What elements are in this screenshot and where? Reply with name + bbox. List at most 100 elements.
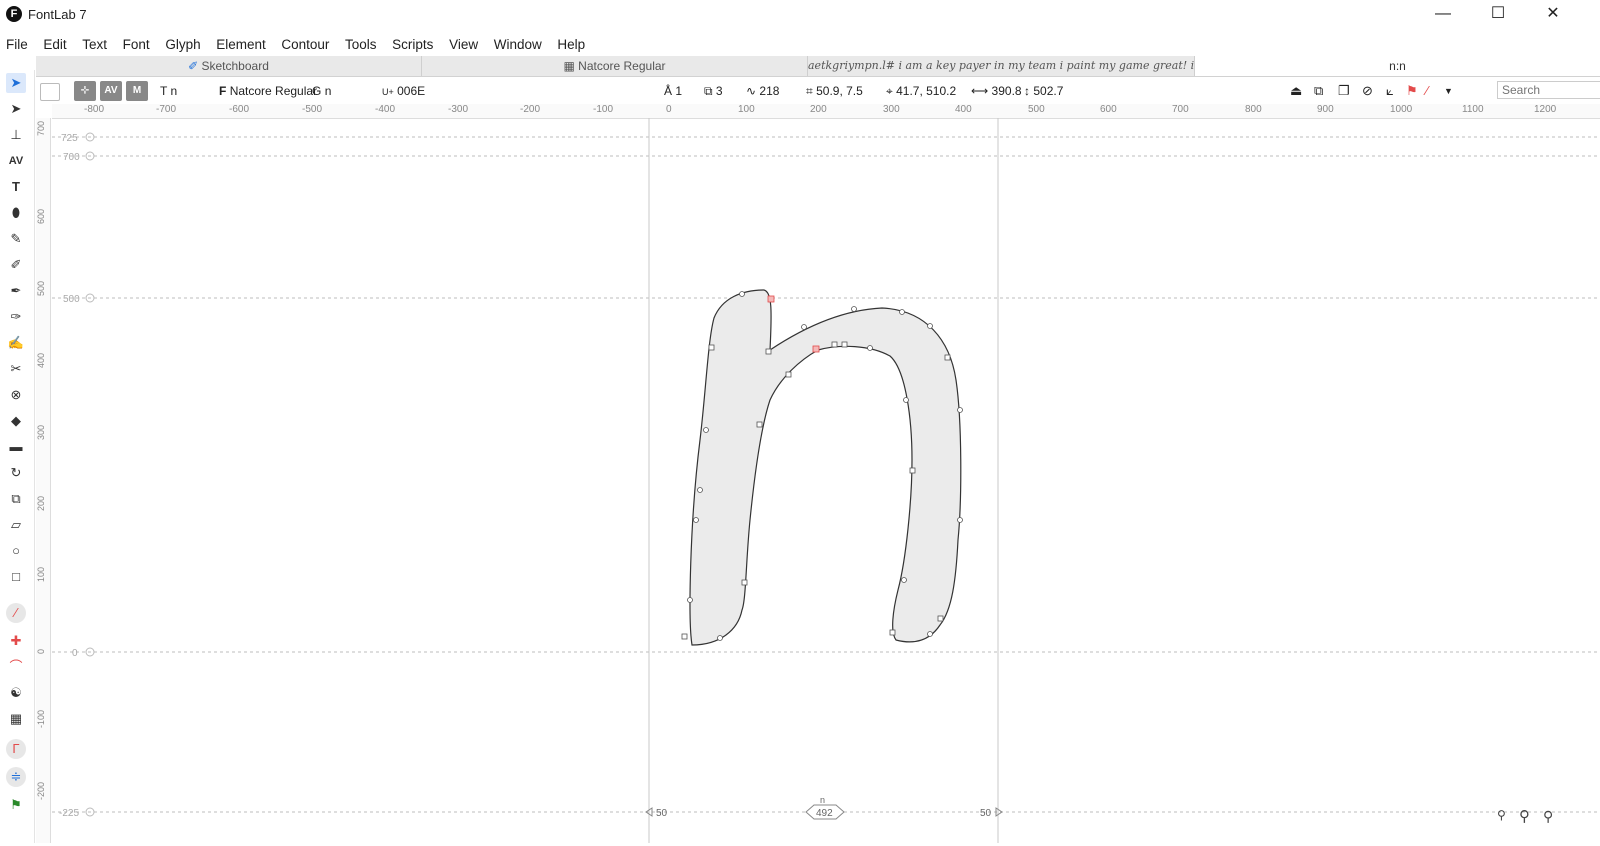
unicode-field[interactable]: U+ 006E xyxy=(382,82,425,100)
node[interactable] xyxy=(841,341,848,348)
menu-element[interactable]: Element xyxy=(210,34,272,56)
font-field[interactable]: F Natcore Regular xyxy=(219,82,317,100)
node-snap-icon[interactable]: ✚ xyxy=(6,631,26,651)
show-nodes-icon[interactable]: ⊹ xyxy=(74,81,96,101)
node[interactable] xyxy=(703,427,709,433)
node[interactable] xyxy=(756,421,763,428)
advance-width-value[interactable]: 492 xyxy=(816,808,833,819)
smooth-icon[interactable]: ⌒ xyxy=(6,657,26,677)
zoom-fit-icon[interactable]: ⚲ xyxy=(1543,809,1553,825)
tab-sketchboard[interactable]: ✐ Sketchboard xyxy=(36,56,422,76)
menu-view[interactable]: View xyxy=(443,34,484,56)
pencil-tool-icon[interactable]: ✐ xyxy=(6,255,26,275)
rotate-tool-icon[interactable]: ↻ xyxy=(6,463,26,483)
guide-icon[interactable]: Γ xyxy=(6,739,26,759)
node[interactable] xyxy=(957,517,963,523)
node[interactable] xyxy=(927,323,933,329)
menu-edit[interactable]: Edit xyxy=(37,34,72,56)
node[interactable] xyxy=(801,324,807,330)
tab-text-window[interactable]: aetkgriympn.l# i am a key payer in my te… xyxy=(808,56,1195,76)
grid-icon[interactable]: ▦ xyxy=(6,709,26,729)
slant-tool-icon[interactable]: ▱ xyxy=(6,515,26,535)
left-sidebearing-value[interactable]: 50 xyxy=(656,808,668,819)
layers-icon[interactable]: ⧉ xyxy=(1314,82,1323,100)
metrics-tool-icon[interactable]: ⊥ xyxy=(6,125,26,145)
knife-tool-icon[interactable]: ✂ xyxy=(6,359,26,379)
yin-yang-icon[interactable]: ☯ xyxy=(6,683,26,703)
node[interactable] xyxy=(909,467,916,474)
glyph-editor-svg[interactable]: 725 700 500 0 -225 50 50 492 n ⚲ ⚲ ⚲ xyxy=(52,118,1600,843)
glyph-canvas[interactable]: 725 700 500 0 -225 50 50 492 n ⚲ ⚲ ⚲ xyxy=(52,118,1600,843)
pen-tool-icon[interactable]: ✒ xyxy=(6,281,26,301)
node[interactable] xyxy=(693,517,699,523)
tab-glyph-window[interactable]: n:n xyxy=(1195,56,1600,76)
menu-file[interactable]: File xyxy=(0,34,34,56)
text-field[interactable]: T n xyxy=(160,82,177,100)
menu-glyph[interactable]: Glyph xyxy=(159,34,206,56)
power-brush-icon[interactable]: ✍ xyxy=(6,333,26,353)
node[interactable] xyxy=(785,371,792,378)
menu-text[interactable]: Text xyxy=(76,34,113,56)
scale-tool-icon[interactable]: ⧉ xyxy=(6,489,26,509)
brush-tool-icon[interactable]: ✎ xyxy=(6,229,26,249)
node[interactable] xyxy=(697,487,703,493)
pin-icon[interactable]: ⚑ xyxy=(6,795,26,815)
ruler-tool-icon[interactable]: ▬ xyxy=(6,437,26,457)
right-sidebearing-value[interactable]: 50 xyxy=(980,808,992,819)
node[interactable] xyxy=(687,597,693,603)
align-icon[interactable]: ≑ xyxy=(6,767,26,787)
node[interactable] xyxy=(739,291,745,297)
node[interactable] xyxy=(708,344,715,351)
node[interactable] xyxy=(889,629,896,636)
kerning-icon[interactable]: AV xyxy=(100,81,122,101)
tab-font[interactable]: ▦ Natcore Regular xyxy=(422,56,808,76)
panel-toggle-icon[interactable] xyxy=(40,83,60,101)
node[interactable] xyxy=(937,615,944,622)
search-input[interactable] xyxy=(1497,81,1600,99)
kerning-tool-icon[interactable]: AV xyxy=(6,151,26,171)
text-tool-icon[interactable]: T xyxy=(6,177,26,197)
transform-icon[interactable]: ⟀ xyxy=(1386,82,1394,100)
rectangle-tool-icon[interactable]: □ xyxy=(6,567,26,587)
zoom-icon[interactable]: ⚲ xyxy=(1519,807,1530,825)
contour-tool-icon[interactable]: ➤ xyxy=(6,73,26,93)
node[interactable] xyxy=(681,633,688,640)
node[interactable] xyxy=(903,397,909,403)
color-icon[interactable]: ∕ xyxy=(1426,82,1428,100)
curve-mode-icon[interactable]: ∕ xyxy=(6,603,26,623)
chevron-down-icon[interactable]: ▼ xyxy=(1444,82,1453,100)
scissors-tool-icon[interactable]: ⊗ xyxy=(6,385,26,405)
menu-contour[interactable]: Contour xyxy=(275,34,335,56)
metrics-icon[interactable]: M xyxy=(126,81,148,101)
glyph-name-field[interactable]: G n xyxy=(312,82,331,100)
node[interactable] xyxy=(899,309,905,315)
zoom-out-icon[interactable]: ⚲ xyxy=(1497,808,1506,822)
node[interactable] xyxy=(867,345,873,351)
glyph-outline[interactable] xyxy=(689,289,962,646)
node[interactable] xyxy=(741,579,748,586)
node[interactable] xyxy=(765,348,772,355)
fill-tool-icon[interactable]: ◆ xyxy=(6,411,26,431)
minimize-button[interactable]: — xyxy=(1420,0,1466,30)
node[interactable] xyxy=(901,577,907,583)
close-button[interactable]: ✕ xyxy=(1530,0,1576,30)
node[interactable] xyxy=(927,631,933,637)
preview-icon[interactable]: ⊘ xyxy=(1362,82,1373,100)
node[interactable] xyxy=(944,354,951,361)
maximize-button[interactable]: ☐ xyxy=(1475,0,1521,30)
menu-font[interactable]: Font xyxy=(117,34,156,56)
node[interactable] xyxy=(831,341,838,348)
flag-icon[interactable]: ⚑ xyxy=(1406,82,1418,100)
element-tool-icon[interactable]: ➤ xyxy=(6,99,26,119)
menu-window[interactable]: Window xyxy=(488,34,548,56)
ellipse-tool-icon[interactable]: ○ xyxy=(6,541,26,561)
copy-layer-icon[interactable]: ❐ xyxy=(1338,82,1350,100)
node[interactable] xyxy=(957,407,963,413)
node[interactable] xyxy=(717,635,723,641)
node[interactable] xyxy=(851,306,857,312)
menu-tools[interactable]: Tools xyxy=(339,34,383,56)
rapid-tool-icon[interactable]: ✑ xyxy=(6,307,26,327)
eraser-tool-icon[interactable]: ⬮ xyxy=(6,203,26,223)
selected-node[interactable] xyxy=(767,295,775,303)
menu-help[interactable]: Help xyxy=(551,34,591,56)
